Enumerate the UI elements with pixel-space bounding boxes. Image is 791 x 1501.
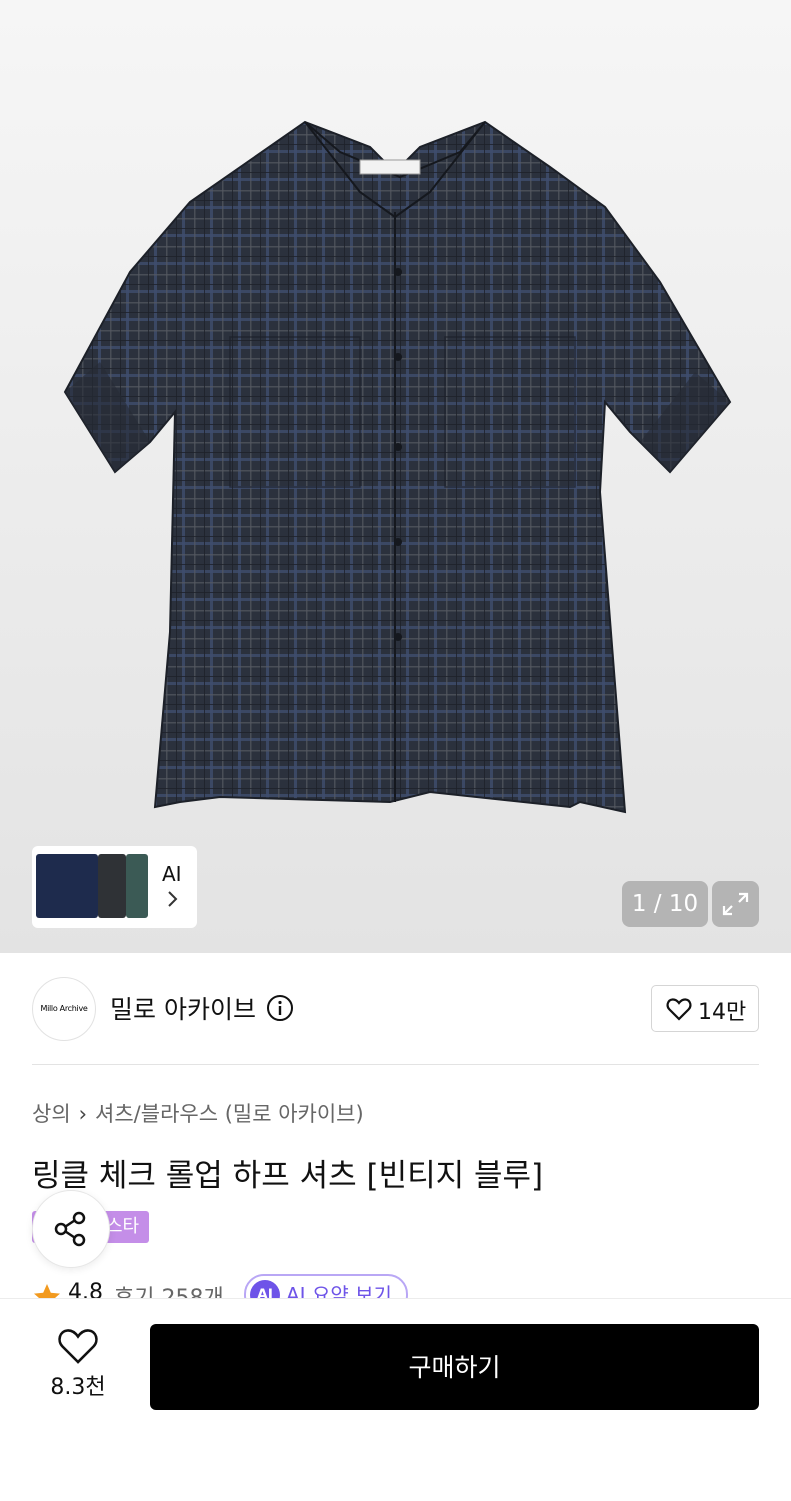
image-counter: 1 / 10 xyxy=(622,881,708,927)
chevron-right-icon[interactable] xyxy=(167,890,179,913)
thumbnail-green[interactable] xyxy=(126,854,148,918)
share-icon xyxy=(54,1211,86,1247)
divider xyxy=(32,1064,759,1065)
product-image-gallery[interactable]: AI 1 / 10 xyxy=(0,0,791,953)
wishlist-button[interactable]: 8.3천 xyxy=(30,1327,126,1400)
product-image xyxy=(63,120,732,814)
expand-icon[interactable] xyxy=(712,881,759,927)
buy-button[interactable]: 구매하기 xyxy=(150,1324,759,1410)
thumbnail-strip[interactable]: AI xyxy=(32,846,197,928)
heart-icon xyxy=(666,998,692,1021)
brand-like-button[interactable]: 14만 xyxy=(651,985,759,1032)
breadcrumb-category[interactable]: 상의 xyxy=(32,1102,71,1126)
bottom-action-bar: 8.3천 구매하기 xyxy=(0,1298,791,1501)
brand-like-count: 14만 xyxy=(698,1000,747,1025)
product-title: 링클 체크 롤업 하프 셔츠 [빈티지 블루] xyxy=(32,1158,544,1194)
brand-name[interactable]: 밀로 아카이브 xyxy=(110,990,256,1026)
chevron-right-icon: › xyxy=(78,1102,88,1126)
thumbnail-navy[interactable] xyxy=(36,854,98,918)
breadcrumb: 상의 › 셔츠/블라우스 (밀로 아카이브) xyxy=(32,1098,364,1128)
share-button[interactable] xyxy=(32,1190,110,1268)
heart-icon xyxy=(58,1329,98,1364)
wishlist-count: 8.3천 xyxy=(50,1375,106,1400)
brand-logo[interactable]: Millo Archive xyxy=(32,977,96,1041)
thumbnail-ai-label[interactable]: AI xyxy=(162,862,182,886)
thumbnail-charcoal[interactable] xyxy=(98,854,126,918)
breadcrumb-subcategory[interactable]: 셔츠/블라우스 (밀로 아카이브) xyxy=(95,1102,364,1126)
info-icon[interactable] xyxy=(266,994,294,1026)
